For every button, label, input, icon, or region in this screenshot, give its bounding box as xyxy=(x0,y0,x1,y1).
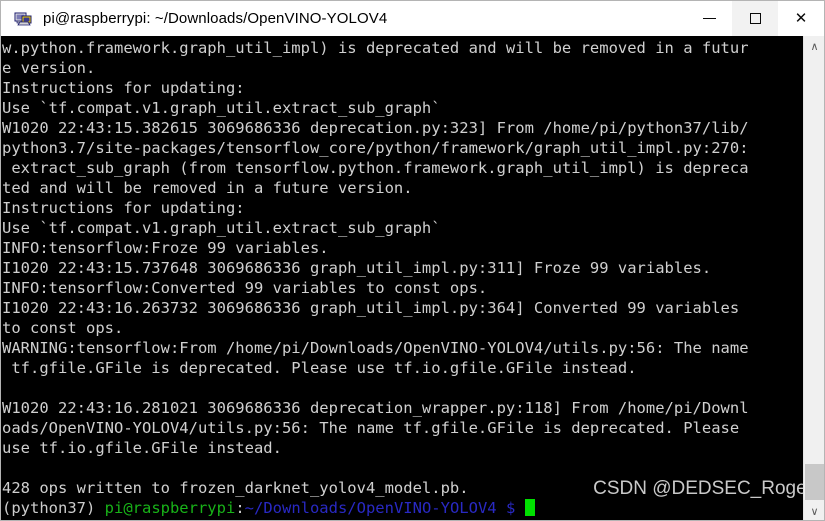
terminal-line: Use `tf.compat.v1.graph_util.extract_sub… xyxy=(2,219,441,237)
prompt-sigil: $ xyxy=(496,499,525,517)
window-controls: ✕ xyxy=(686,1,824,36)
terminal-line: W1020 22:43:16.281021 3069686336 depreca… xyxy=(2,399,749,417)
prompt-venv: (python37) xyxy=(2,499,105,517)
putty-terminal-icon xyxy=(14,9,34,29)
window-titlebar[interactable]: pi@raspberrypi: ~/Downloads/OpenVINO-YOL… xyxy=(0,0,825,36)
terminal-line: e version. xyxy=(2,59,96,77)
maximize-button[interactable] xyxy=(732,1,778,36)
terminal-line: python3.7/site-packages/tensorflow_core/… xyxy=(2,139,749,157)
maximize-icon xyxy=(749,13,761,24)
close-button[interactable]: ✕ xyxy=(778,1,824,36)
terminal-line: ted and will be removed in a future vers… xyxy=(2,179,413,197)
minimize-icon xyxy=(702,18,716,19)
scroll-up-arrow-icon[interactable]: ∧ xyxy=(804,36,825,56)
terminal-line: w.python.framework.graph_util_impl) is d… xyxy=(2,39,749,57)
terminal-line: WARNING:tensorflow:From /home/pi/Downloa… xyxy=(2,339,749,357)
prompt-colon: : xyxy=(235,499,245,517)
terminal-line: Instructions for updating: xyxy=(2,79,245,97)
terminal-output-area[interactable]: w.python.framework.graph_util_impl) is d… xyxy=(0,36,825,521)
terminal-line: I1020 22:43:15.737648 3069686336 graph_u… xyxy=(2,259,712,277)
scroll-down-arrow-icon[interactable]: ∨ xyxy=(804,501,825,521)
terminal-line: W1020 22:43:15.382615 3069686336 depreca… xyxy=(2,119,749,137)
close-icon: ✕ xyxy=(794,9,808,27)
terminal-cursor xyxy=(524,499,535,516)
putty-terminal-window: pi@raspberrypi: ~/Downloads/OpenVINO-YOL… xyxy=(0,0,825,521)
terminal-line: oads/OpenVINO-YOLOV4/utils.py:56: The na… xyxy=(2,419,740,437)
terminal-line: 428 ops written to frozen_darknet_yolov4… xyxy=(2,479,469,497)
terminal-prompt-line: (python37) pi@raspberrypi:~/Downloads/Op… xyxy=(2,498,802,518)
terminal-screen: w.python.framework.graph_util_impl) is d… xyxy=(2,38,802,518)
terminal-line: Use `tf.compat.v1.graph_util.extract_sub… xyxy=(2,99,441,117)
terminal-line: use tf.io.gfile.GFile instead. xyxy=(2,439,282,457)
terminal-line: Instructions for updating: xyxy=(2,199,245,217)
terminal-line: extract_sub_graph (from tensorflow.pytho… xyxy=(2,159,749,177)
terminal-line: I1020 22:43:16.263732 3069686336 graph_u… xyxy=(2,299,740,317)
prompt-path: ~/Downloads/OpenVINO-YOLOV4 xyxy=(244,499,497,517)
terminal-scrollbar[interactable]: ∧ ∨ xyxy=(803,36,825,521)
minimize-button[interactable] xyxy=(686,1,732,36)
scrollbar-thumb[interactable] xyxy=(805,464,825,500)
terminal-line: INFO:tensorflow:Froze 99 variables. xyxy=(2,239,329,257)
window-title: pi@raspberrypi: ~/Downloads/OpenVINO-YOL… xyxy=(43,10,388,27)
terminal-line: to const ops. xyxy=(2,319,124,337)
terminal-line: tf.gfile.GFile is deprecated. Please use… xyxy=(2,359,637,377)
terminal-line: INFO:tensorflow:Converted 99 variables t… xyxy=(2,279,488,297)
prompt-user-host: pi@raspberrypi xyxy=(104,499,236,517)
